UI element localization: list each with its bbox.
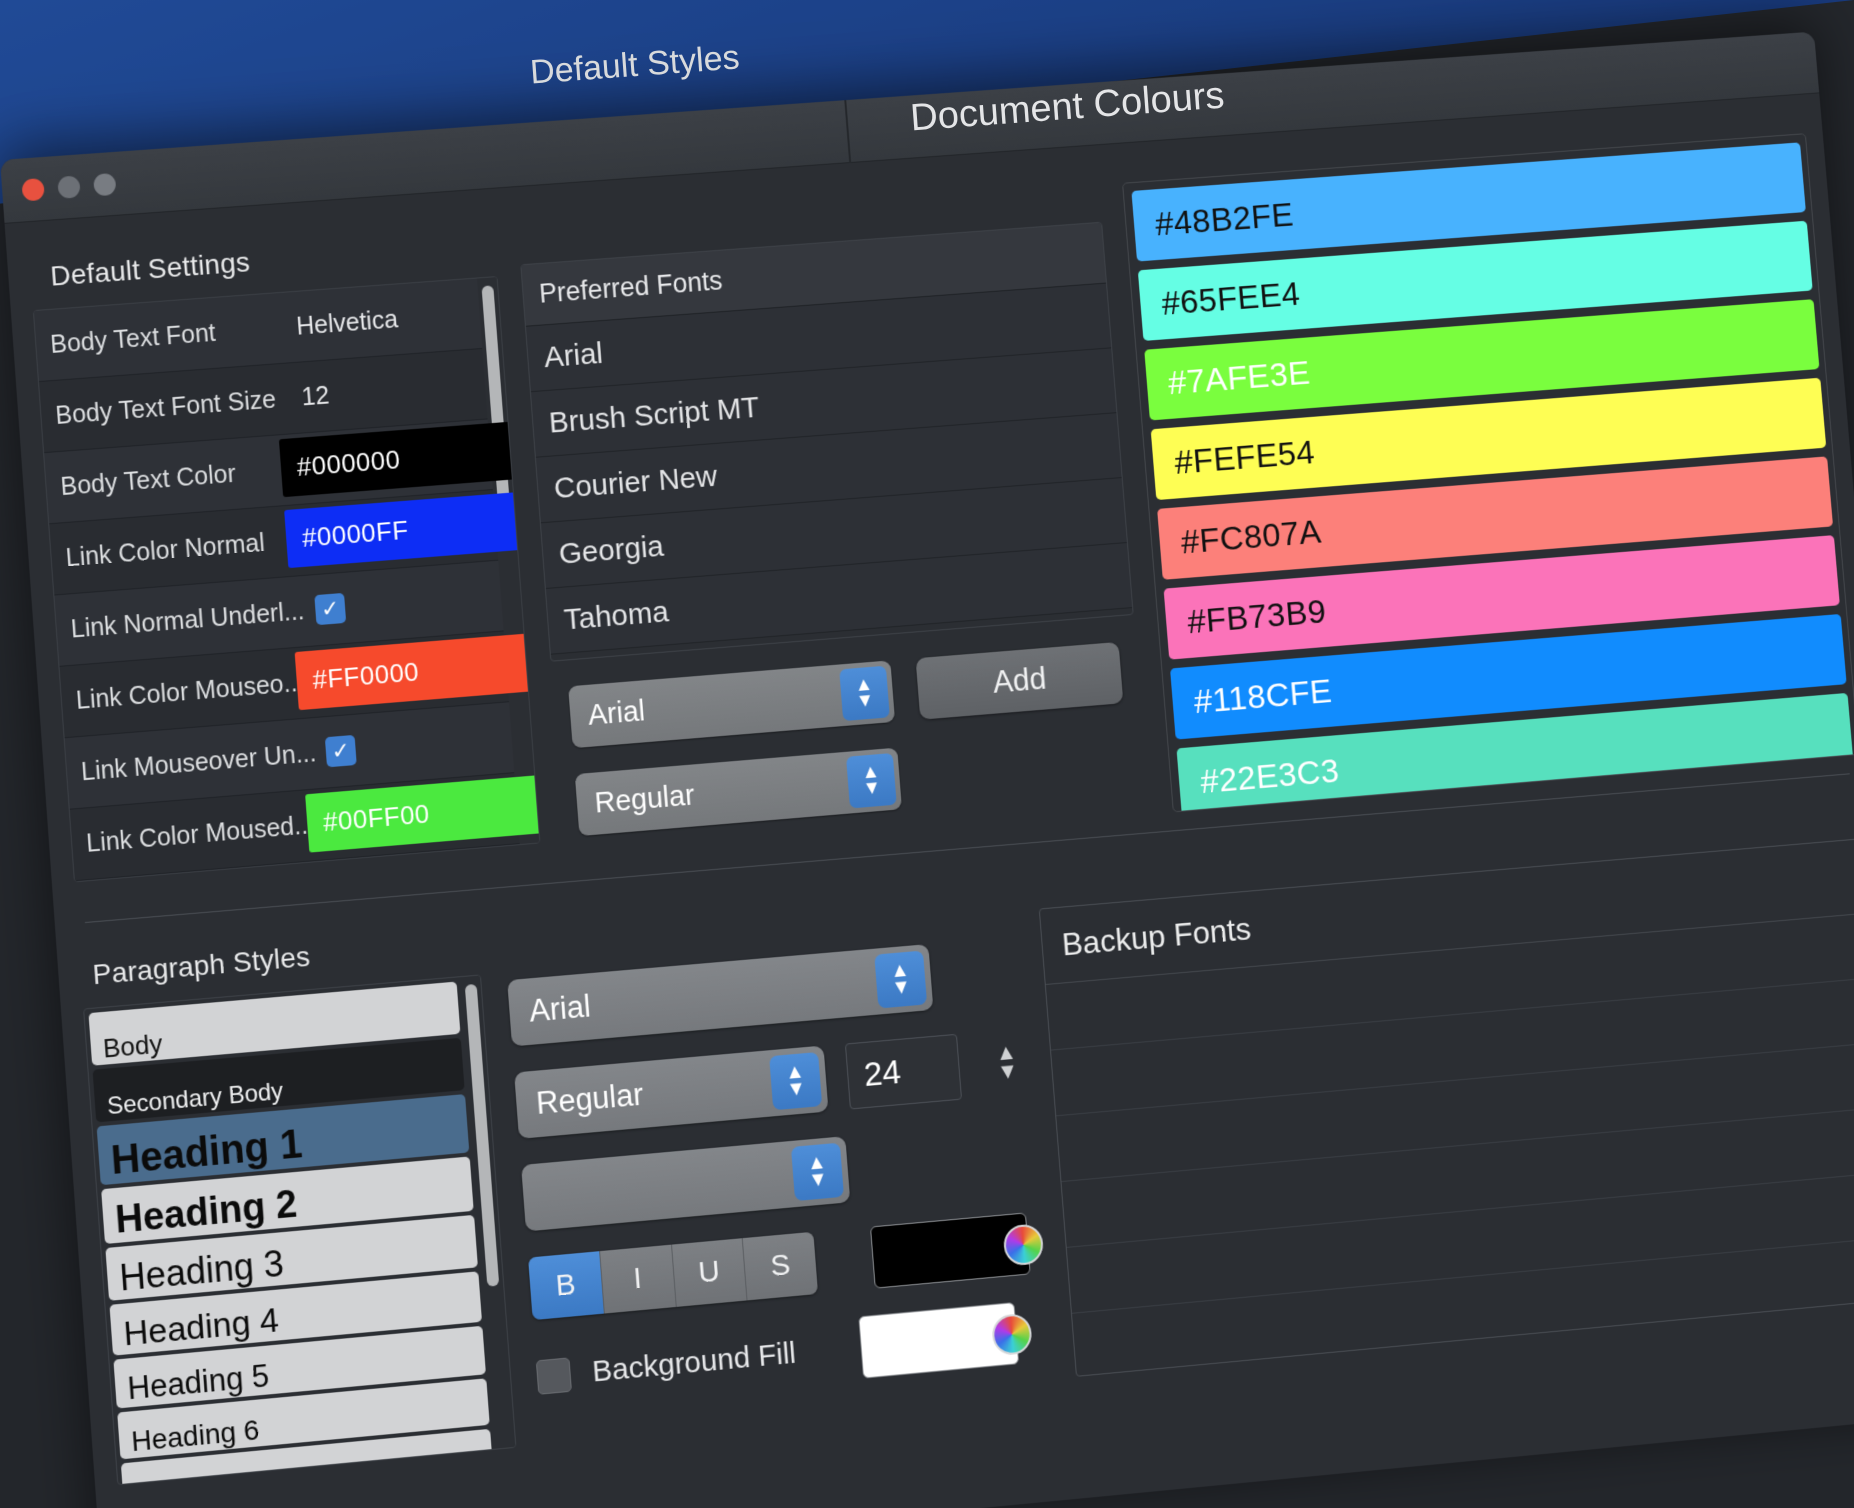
window-body: Default Settings Body Text FontHelvetica…	[5, 93, 1854, 1508]
chevron-updown-icon[interactable]: ▲▼	[769, 1052, 822, 1110]
setting-label: Link Color Normal	[65, 525, 306, 573]
chevron-updown-icon[interactable]: ▲▼	[791, 1143, 844, 1201]
document-colours-rows: #48B2FE#65FEE4#7AFE3E#FEFE54#FC807A#FB73…	[1131, 142, 1852, 810]
color-wheel-icon[interactable]	[991, 1313, 1033, 1357]
default-settings-column: Default Settings Body Text FontHelvetica…	[28, 211, 543, 915]
checkbox-checked-icon[interactable]: ✓	[314, 593, 346, 625]
font-size-stepper-icon[interactable]: ▲▼	[986, 1028, 1028, 1097]
background-fill-checkbox[interactable]	[536, 1357, 572, 1394]
style-editor-column: Arial ▲▼ Regular ▲▼ 24 ▲▼ ▲▼	[502, 863, 1056, 1492]
setting-value: 12	[293, 381, 331, 413]
style-extra-popup[interactable]: ▲▼	[521, 1136, 850, 1231]
checkbox-checked-icon[interactable]: ✓	[335, 877, 367, 882]
chevron-updown-icon[interactable]: ▲▼	[874, 951, 927, 1009]
setting-label: Link Color Mouseo...	[75, 667, 316, 715]
preferred-fonts-list[interactable]: Preferred Fonts ArialBrush Script MTCour…	[520, 222, 1133, 662]
chevron-updown-icon[interactable]: ▲▼	[846, 753, 897, 809]
add-font-button[interactable]: Add	[916, 642, 1124, 720]
background-color-well[interactable]	[858, 1302, 1019, 1379]
setting-label: Link Mouseover Un...	[80, 738, 321, 787]
style-font-weight-popup[interactable]: Regular ▲▼	[514, 1045, 828, 1138]
traffic-lights	[21, 173, 116, 202]
preferred-font-family-popup[interactable]: Arial ▲▼	[568, 660, 895, 748]
backup-fonts-rows	[1046, 913, 1854, 1377]
backup-fonts-list[interactable]: Backup Fonts	[1039, 838, 1854, 1377]
text-color-well[interactable]	[870, 1212, 1031, 1288]
style-font-family-value: Arial	[528, 988, 592, 1029]
close-button-icon[interactable]	[21, 178, 44, 202]
setting-label: Link Mousedown U...	[90, 881, 331, 883]
document-colours-column: #48B2FE#65FEE4#7AFE3E#FEFE54#FC807A#FB73…	[1121, 116, 1854, 823]
paragraph-styles-column: Paragraph Styles BodySecondary BodyHeadi…	[78, 908, 520, 1508]
style-font-weight-value: Regular	[535, 1077, 645, 1123]
chevron-updown-icon[interactable]: ▲▼	[839, 666, 890, 721]
setting-label: Body Text Color	[60, 454, 300, 501]
format-button-b[interactable]: B	[528, 1251, 605, 1320]
paragraph-styles-list[interactable]: BodySecondary BodyHeading 1Heading 2Head…	[83, 974, 516, 1485]
backup-fonts-column: Backup Fonts	[1035, 791, 1854, 1441]
document-colours-list[interactable]: #48B2FE#65FEE4#7AFE3E#FEFE54#FC807A#FB73…	[1122, 133, 1854, 812]
titlebar-divider	[844, 100, 851, 163]
default-settings-rows: Body Text FontHelvetica Body Text Font Si…	[34, 279, 520, 882]
setting-label: Body Text Font Size	[54, 384, 294, 431]
default-settings-table[interactable]: Body Text FontHelvetica Body Text Font Si…	[33, 276, 541, 882]
background-fill-row: Background Fill	[535, 1299, 1050, 1409]
setting-value: Helvetica	[287, 305, 398, 342]
setting-label: Link Color Moused...	[85, 809, 326, 858]
zoom-button-icon[interactable]	[93, 173, 116, 196]
setting-label: Link Normal Underl...	[70, 596, 311, 644]
preferred-fonts-controls: Arial ▲▼ Add	[568, 641, 1141, 749]
upper-panel-row: Default Settings Body Text FontHelvetica…	[5, 93, 1854, 916]
preferred-font-style-value: Regular	[594, 779, 696, 820]
preferred-fonts-items: ArialBrush Script MTCourier NewGeorgiaTa…	[526, 284, 1132, 655]
setting-label: Body Text Font	[49, 313, 289, 360]
checkbox-checked-icon[interactable]: ✓	[325, 735, 357, 767]
preferred-font-family-value: Arial	[587, 695, 646, 733]
preferred-fonts-column: Preferred Fonts ArialBrush Script MTCour…	[516, 167, 1151, 874]
format-button-s[interactable]: S	[743, 1232, 818, 1301]
minimize-button-icon[interactable]	[57, 175, 80, 198]
desktop-background: Default Settings Body Text FontHelvetica…	[0, 0, 1854, 1508]
color-wheel-icon[interactable]	[1002, 1223, 1044, 1267]
text-format-buttons: BIUS	[528, 1232, 818, 1320]
format-button-u[interactable]: U	[671, 1238, 747, 1307]
format-button-i[interactable]: I	[600, 1245, 676, 1314]
font-size-input[interactable]: 24	[845, 1034, 962, 1110]
window-title: Default Styles	[529, 38, 741, 92]
paragraph-styles-rows: BodySecondary BodyHeading 1Heading 2Head…	[84, 977, 495, 1484]
background-fill-label: Background Fill	[591, 1337, 797, 1390]
default-styles-window: Default Settings Body Text FontHelvetica…	[0, 32, 1854, 1508]
preferred-fonts-style-row: Regular ▲▼	[575, 727, 1148, 836]
preferred-font-style-popup[interactable]: Regular ▲▼	[575, 748, 902, 836]
